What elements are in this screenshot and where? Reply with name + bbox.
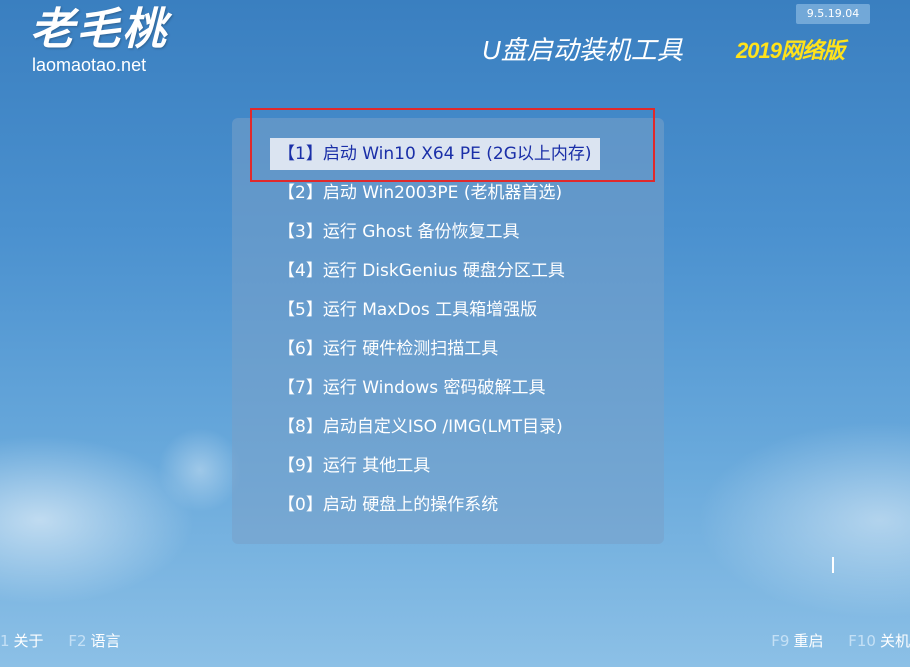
menu-item-6[interactable]: 【6】运行 硬件检测扫描工具: [270, 333, 506, 365]
product-title: U盘启动装机工具: [482, 35, 683, 65]
logo-mark: 老毛桃: [30, 4, 168, 55]
menu-item-3[interactable]: 【3】运行 Ghost 备份恢复工具: [270, 216, 528, 248]
menu-item-5[interactable]: 【5】运行 MaxDos 工具箱增强版: [270, 294, 545, 326]
footer-key-about[interactable]: 1: [0, 632, 10, 650]
edition-label: 2019网络版: [736, 38, 845, 63]
footer-about-label[interactable]: 关于: [14, 632, 44, 650]
footer-restart-label[interactable]: 重启: [793, 632, 823, 650]
text-cursor: [832, 557, 834, 573]
footer-right: F9 重启 F10 关机: [771, 630, 910, 652]
menu-item-4[interactable]: 【4】运行 DiskGenius 硬盘分区工具: [270, 255, 573, 287]
footer-left: 1 关于 F2 语言: [0, 630, 121, 652]
menu-item-9[interactable]: 【9】运行 其他工具: [270, 450, 438, 482]
brand-logo: 老毛桃 laomaotao.net: [30, 4, 168, 74]
footer-language-label[interactable]: 语言: [91, 632, 121, 650]
footer-shutdown-label[interactable]: 关机: [880, 632, 910, 650]
footer-key-restart[interactable]: F9: [771, 632, 789, 650]
footer-key-language[interactable]: F2: [68, 632, 86, 650]
footer-key-shutdown[interactable]: F10: [848, 632, 876, 650]
menu-item-7[interactable]: 【7】运行 Windows 密码破解工具: [270, 372, 554, 404]
version-badge: 9.5.19.04: [796, 4, 870, 24]
menu-item-0[interactable]: 【0】启动 硬盘上的操作系统: [270, 489, 506, 521]
selection-highlight-box: [250, 108, 655, 182]
menu-item-8[interactable]: 【8】启动自定义ISO /IMG(LMT目录): [270, 411, 571, 443]
logo-site: laomaotao.net: [32, 55, 147, 75]
